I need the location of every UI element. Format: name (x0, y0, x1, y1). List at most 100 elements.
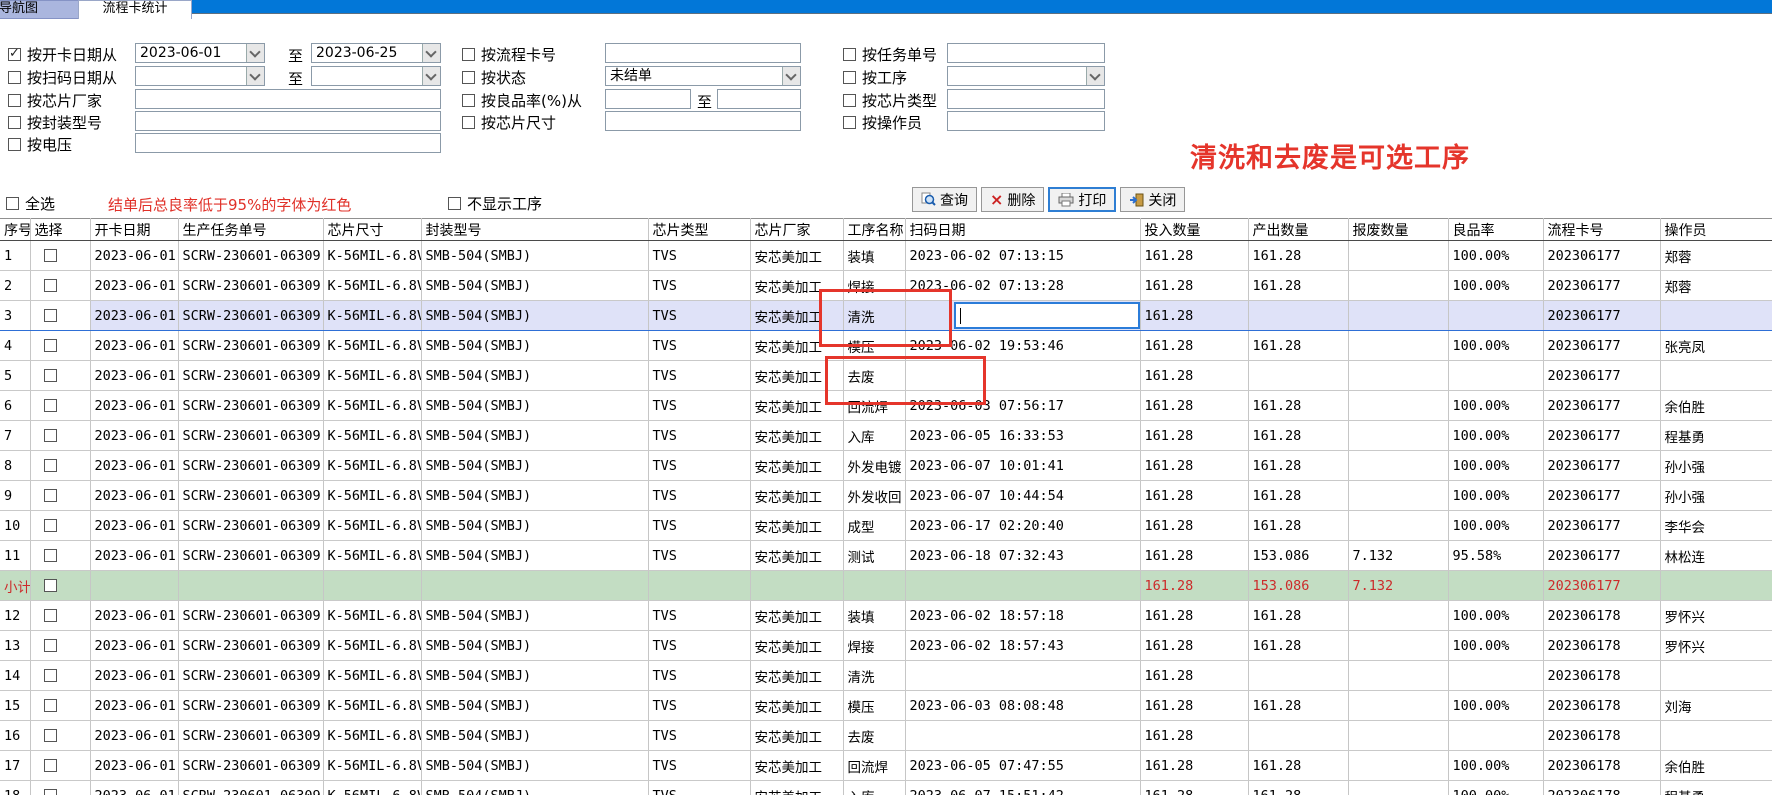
open-date-checkbox[interactable] (8, 48, 21, 61)
subtotal-row[interactable]: 小计161.28153.0867.132202306177 (0, 571, 1772, 601)
row-select-checkbox[interactable] (44, 579, 57, 592)
table-row[interactable]: 142023-06-01SCRW-230601-06309K-56MIL-6.8… (0, 661, 1772, 691)
chevron-down-icon[interactable] (422, 44, 440, 62)
scan-date-from-combo[interactable] (135, 66, 265, 86)
cell-qty-in: 161.28 (1140, 601, 1248, 631)
row-select-checkbox[interactable] (44, 339, 57, 352)
open-date-from-combo[interactable]: 2023-06-01 (135, 43, 265, 63)
card-no-checkbox[interactable] (462, 48, 475, 61)
row-select-checkbox[interactable] (44, 759, 57, 772)
table-row[interactable]: 152023-06-01SCRW-230601-06309K-56MIL-6.8… (0, 691, 1772, 721)
scan-date-to-combo[interactable] (311, 66, 441, 86)
task-no-input[interactable] (947, 43, 1105, 63)
status-combo[interactable]: 未结单 (605, 66, 801, 86)
cell-process: 装填 (843, 241, 905, 271)
open-date-to-combo[interactable]: 2023-06-25 (311, 43, 441, 63)
voltage-input[interactable] (135, 133, 441, 153)
cell-process: 模压 (843, 331, 905, 361)
package-model-checkbox[interactable] (8, 116, 21, 129)
package-model-input[interactable] (135, 111, 441, 131)
chip-size-input[interactable] (605, 111, 801, 131)
cell-package: SMB-504(SMBJ) (421, 301, 648, 331)
process-combo[interactable] (947, 66, 1105, 86)
row-select-checkbox[interactable] (44, 729, 57, 742)
cell-yield: 100.00% (1448, 511, 1543, 541)
row-select-checkbox[interactable] (44, 549, 57, 562)
table-row[interactable]: 162023-06-01SCRW-230601-06309K-56MIL-6.8… (0, 721, 1772, 751)
query-button[interactable]: 查询 (912, 187, 977, 212)
card-no-input[interactable] (605, 43, 801, 63)
row-select-checkbox[interactable] (44, 309, 57, 322)
table-row[interactable]: 82023-06-01SCRW-230601-06309K-56MIL-6.8V… (0, 451, 1772, 481)
print-button-label: 打印 (1078, 190, 1106, 210)
row-select-checkbox[interactable] (44, 519, 57, 532)
cell-card-no: 202306177 (1543, 301, 1660, 331)
tab-process-card-stats[interactable]: 流程卡统计 (78, 0, 192, 19)
row-select-checkbox[interactable] (44, 399, 57, 412)
row-select-checkbox[interactable] (44, 699, 57, 712)
cell-qty-scrap (1348, 751, 1448, 781)
row-select-checkbox[interactable] (44, 249, 57, 262)
table-row[interactable]: 122023-06-01SCRW-230601-06309K-56MIL-6.8… (0, 601, 1772, 631)
table-row[interactable]: 102023-06-01SCRW-230601-06309K-56MIL-6.8… (0, 511, 1772, 541)
cell-task-no: SCRW-230601-06309 (178, 661, 323, 691)
chevron-down-icon[interactable] (782, 67, 800, 85)
table-row[interactable]: 32023-06-01SCRW-230601-06309K-56MIL-6.8V… (0, 301, 1772, 331)
chip-size-checkbox[interactable] (462, 116, 475, 129)
cell-qty-out (1248, 361, 1348, 391)
process-checkbox[interactable] (843, 71, 856, 84)
table-row[interactable]: 92023-06-01SCRW-230601-06309K-56MIL-6.8V… (0, 481, 1772, 511)
row-select-checkbox[interactable] (44, 279, 57, 292)
close-button[interactable]: 关闭 (1120, 187, 1185, 212)
cell-seq: 11 (0, 541, 30, 571)
row-select-checkbox[interactable] (44, 369, 57, 382)
hide-process-checkbox[interactable] (448, 197, 461, 210)
col-header-package: 封装型号 (421, 219, 648, 241)
cell-vendor: 安芯美加工 (750, 301, 843, 331)
row-select-checkbox[interactable] (44, 429, 57, 442)
table-row[interactable]: 22023-06-01SCRW-230601-06309K-56MIL-6.8V… (0, 271, 1772, 301)
yield-from-input[interactable] (605, 89, 691, 109)
yield-to-input[interactable] (717, 89, 801, 109)
cell-qty-in: 161.28 (1140, 361, 1248, 391)
chip-vendor-checkbox[interactable] (8, 94, 21, 107)
cell-process: 清洗 (843, 661, 905, 691)
row-select-checkbox[interactable] (44, 669, 57, 682)
cell-scan-date (905, 721, 1140, 751)
row-select-checkbox[interactable] (44, 489, 57, 502)
delete-x-icon: × (990, 193, 1003, 207)
table-row[interactable]: 112023-06-01SCRW-230601-06309K-56MIL-6.8… (0, 541, 1772, 571)
delete-button[interactable]: × 删除 (981, 187, 1044, 212)
table-row[interactable]: 182023-06-01SCRW-230601-06309K-56MIL-6.8… (0, 781, 1772, 795)
table-row[interactable]: 12023-06-01SCRW-230601-06309K-56MIL-6.8V… (0, 241, 1772, 271)
task-no-checkbox[interactable] (843, 48, 856, 61)
cell-yield: 100.00% (1448, 631, 1543, 661)
table-row[interactable]: 72023-06-01SCRW-230601-06309K-56MIL-6.8V… (0, 421, 1772, 451)
operator-checkbox[interactable] (843, 116, 856, 129)
yield-rate-checkbox[interactable] (462, 94, 475, 107)
chevron-down-icon[interactable] (246, 44, 264, 62)
row-select-checkbox[interactable] (44, 789, 57, 795)
table-row[interactable]: 172023-06-01SCRW-230601-06309K-56MIL-6.8… (0, 751, 1772, 781)
operator-input[interactable] (947, 111, 1105, 131)
table-row[interactable]: 52023-06-01SCRW-230601-06309K-56MIL-6.8V… (0, 361, 1772, 391)
chip-type-checkbox[interactable] (843, 94, 856, 107)
chip-type-input[interactable] (947, 89, 1105, 109)
select-all-checkbox[interactable] (6, 197, 19, 210)
print-button[interactable]: 打印 (1048, 187, 1116, 212)
chevron-down-icon[interactable] (246, 67, 264, 85)
chevron-down-icon[interactable] (422, 67, 440, 85)
scan-date-checkbox[interactable] (8, 71, 21, 84)
chevron-down-icon[interactable] (1086, 67, 1104, 85)
scan-date-edit-input[interactable] (954, 302, 1140, 329)
table-row[interactable]: 132023-06-01SCRW-230601-06309K-56MIL-6.8… (0, 631, 1772, 661)
chip-vendor-input[interactable] (135, 89, 441, 109)
table-row[interactable]: 62023-06-01SCRW-230601-06309K-56MIL-6.8V… (0, 391, 1772, 421)
voltage-checkbox[interactable] (8, 138, 21, 151)
status-checkbox[interactable] (462, 71, 475, 84)
row-select-checkbox[interactable] (44, 609, 57, 622)
table-row[interactable]: 42023-06-01SCRW-230601-06309K-56MIL-6.8V… (0, 331, 1772, 361)
row-select-checkbox[interactable] (44, 639, 57, 652)
cell-qty-out: 161.28 (1248, 391, 1348, 421)
row-select-checkbox[interactable] (44, 459, 57, 472)
